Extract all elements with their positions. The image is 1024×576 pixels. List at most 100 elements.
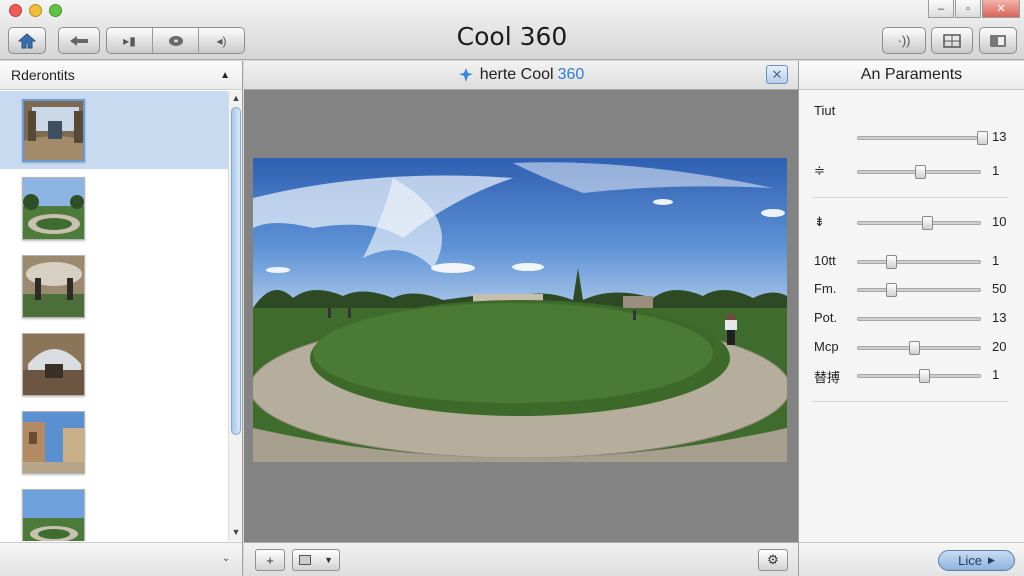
wireless-icon: ·))	[897, 33, 911, 48]
back-button[interactable]	[58, 27, 100, 54]
panorama-image[interactable]	[253, 158, 787, 462]
maximize-window-dot[interactable]	[49, 4, 62, 17]
parameter-slider[interactable]	[857, 283, 981, 297]
close-button[interactable]: ✕	[982, 0, 1020, 18]
thumbnail-item[interactable]	[0, 403, 228, 481]
live-button[interactable]: Lice ▶	[938, 550, 1015, 571]
wireless-button[interactable]: ·))	[882, 27, 926, 54]
parameters-panel: An Paraments Tiut 13 ≑ 1 ⇟ 10 10tt 1 Fm. 50 Pot. 13…	[798, 61, 1024, 576]
thumbnail-interior-hall	[22, 99, 85, 162]
chevron-down-icon[interactable]: ⌄	[222, 553, 230, 564]
parameter-row: 13	[799, 127, 1024, 147]
preview-header: herte Cool 360 ✕	[244, 61, 798, 90]
parameter-row: Fm. 50	[799, 279, 1024, 299]
chevron-down-icon: ▼	[324, 555, 333, 565]
title-bar: – ▫ ✕ Cool 360 ▸▮ ◂) ·))	[0, 0, 1024, 60]
thumbnail-item[interactable]	[0, 325, 228, 403]
parameter-value: 1	[992, 253, 1000, 268]
slider-knob[interactable]	[908, 341, 920, 355]
thumbnail-scrollbar[interactable]: ▲ ▼	[228, 91, 242, 541]
thumbnail-park-path	[22, 177, 85, 240]
scroll-up-arrow-icon[interactable]: ▲	[229, 93, 243, 103]
divider	[813, 401, 1008, 402]
gear-icon: ⚙	[767, 552, 779, 567]
slider-knob[interactable]	[977, 131, 988, 145]
add-button[interactable]: +	[255, 549, 285, 571]
close-icon: ✕	[771, 66, 783, 82]
parameter-row: ⇟ 10	[799, 212, 1024, 232]
minimize-button[interactable]: –	[928, 0, 954, 18]
collapse-caret-icon[interactable]: ▲	[220, 70, 230, 81]
parameter-slider[interactable]	[857, 165, 981, 179]
slider-knob[interactable]	[918, 369, 930, 383]
parameter-slider[interactable]	[857, 255, 981, 269]
thumbnail-item[interactable]	[0, 91, 228, 169]
parameter-value: 10	[992, 214, 1007, 229]
parameter-label: ⇟	[814, 214, 825, 229]
disc-button[interactable]	[153, 28, 199, 53]
app-logo-icon	[458, 68, 473, 82]
panel-button[interactable]	[979, 27, 1017, 54]
speaker-icon: ◂)	[216, 33, 227, 48]
parameter-slider[interactable]	[857, 341, 981, 355]
parameter-slider[interactable]	[857, 131, 988, 145]
parameter-value: 1	[992, 163, 1000, 178]
preview-panel: herte Cool 360 ✕ + ▼ ⚙	[244, 61, 798, 576]
slider-knob[interactable]	[886, 283, 898, 297]
parameter-label: Pot.	[814, 310, 838, 325]
close-preview-button[interactable]: ✕	[766, 65, 788, 84]
parameter-slider[interactable]	[857, 317, 981, 321]
settings-button[interactable]: ⚙	[758, 549, 788, 571]
home-icon	[17, 32, 37, 48]
thumbnail-list	[0, 91, 228, 541]
forward-play-button[interactable]: ▸▮	[107, 28, 153, 53]
play-icon: ▶	[987, 555, 995, 565]
restore-button[interactable]: ▫	[955, 0, 981, 18]
parameter-value: 13	[992, 310, 1007, 325]
grid-button[interactable]	[931, 27, 973, 54]
minimize-window-dot[interactable]	[29, 4, 42, 17]
parameter-row: 替搏 1	[799, 365, 1024, 385]
left-arrow-icon	[70, 35, 88, 46]
close-window-dot[interactable]	[9, 4, 22, 17]
thumbnail-panel-header: Rderontits ▲	[0, 61, 242, 90]
thumbnail-panel-title: Rderontits	[11, 67, 75, 83]
slider-knob[interactable]	[922, 216, 934, 230]
thumbnail-item[interactable]	[0, 247, 228, 325]
disc-icon	[168, 35, 183, 46]
scrollbar-thumb[interactable]	[231, 107, 241, 435]
slider-knob[interactable]	[886, 255, 898, 269]
thumbnail-field-sky	[22, 489, 85, 541]
parameter-row: Mcp 20	[799, 337, 1024, 357]
parameter-value: 13	[992, 129, 1007, 144]
parameter-label: Fm.	[814, 281, 837, 296]
thumbnail-item[interactable]	[0, 481, 228, 541]
add-icon: +	[266, 552, 274, 568]
parameter-value: 1	[992, 367, 1000, 382]
grid-icon	[943, 33, 961, 48]
parameter-label: 替搏	[814, 370, 841, 385]
home-button[interactable]	[8, 27, 46, 54]
parameters-footer: Lice ▶	[799, 542, 1024, 576]
parameter-label: 10tt	[814, 253, 836, 268]
parameter-row: ≑ 1	[799, 161, 1024, 181]
preview-title-accent: 360	[557, 66, 585, 83]
preview-footer: + ▼ ⚙	[244, 542, 798, 576]
scroll-down-arrow-icon[interactable]: ▼	[229, 527, 243, 537]
parameter-row: Tiut	[799, 101, 1024, 121]
parameter-value: 50	[992, 281, 1007, 296]
view-mode-dropdown[interactable]: ▼	[292, 549, 340, 571]
speaker-button[interactable]: ◂)	[199, 28, 244, 53]
slider-knob[interactable]	[915, 165, 926, 179]
thumbnail-room-fisheye	[22, 255, 85, 318]
thumbnail-item[interactable]	[0, 169, 228, 247]
parameters-title: An Paraments	[799, 61, 1024, 90]
parameter-row: 10tt 1	[799, 251, 1024, 271]
screen-icon	[299, 555, 311, 565]
thumbnail-panel-footer: ⌄	[0, 542, 242, 576]
thumbnail-panel: Rderontits ▲ ▲ ▼ ⌄	[0, 61, 243, 576]
preview-title: herte Cool	[479, 66, 554, 83]
parameter-slider[interactable]	[857, 216, 981, 230]
parameter-slider[interactable]	[857, 369, 981, 383]
forward-play-icon: ▸▮	[123, 33, 136, 48]
